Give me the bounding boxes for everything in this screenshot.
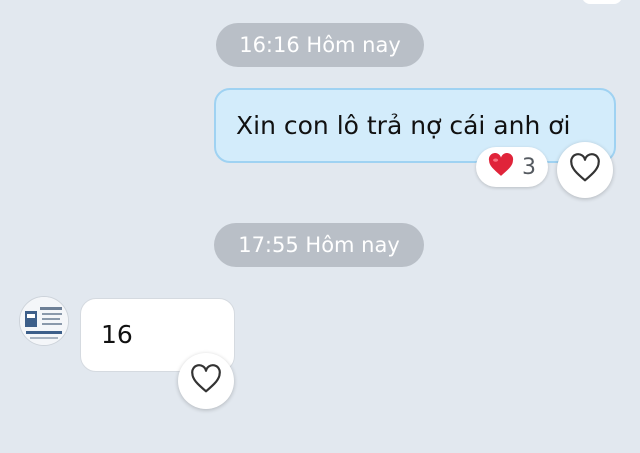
reaction-summary[interactable]: 3 xyxy=(476,147,548,187)
like-button[interactable] xyxy=(557,142,613,198)
reaction-count: 3 xyxy=(522,154,536,180)
timestamp-divider: 16:16 Hôm nay xyxy=(216,23,424,67)
heart-outline-icon xyxy=(189,364,223,398)
like-button[interactable] xyxy=(178,353,234,409)
message-text: 16 xyxy=(101,320,133,349)
avatar[interactable] xyxy=(19,296,69,346)
message-text: Xin con lô trả nợ cái anh ơi xyxy=(236,111,571,140)
chat-area: 16:16 Hôm nay Xin con lô trả nợ cái anh … xyxy=(0,0,640,453)
timestamp-divider: 17:55 Hôm nay xyxy=(214,223,424,267)
outgoing-message-bubble[interactable]: Xin con lô trả nợ cái anh ơi xyxy=(214,88,616,163)
avatar-image-icon xyxy=(20,297,68,345)
red-heart-icon xyxy=(488,153,514,181)
top-edge-element xyxy=(582,0,622,4)
heart-outline-icon xyxy=(568,153,602,187)
